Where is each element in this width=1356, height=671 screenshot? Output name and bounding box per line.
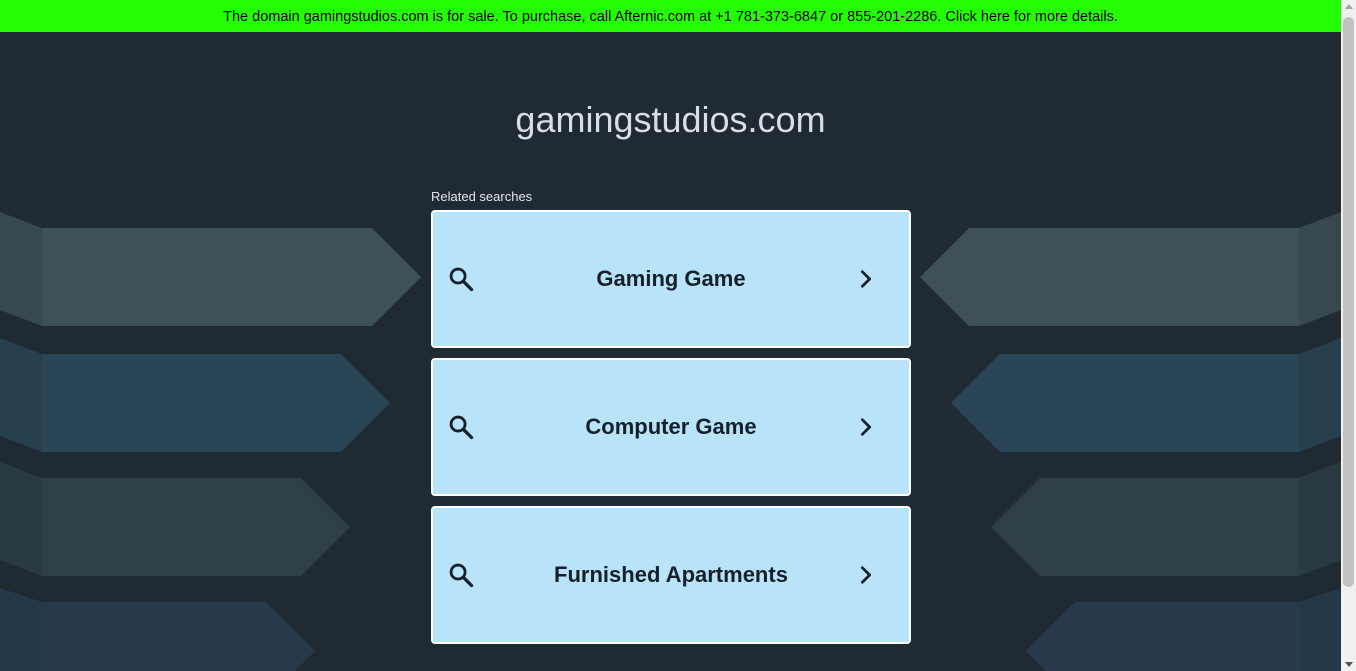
scroll-thumb[interactable] <box>1343 17 1354 587</box>
chevron-right-icon <box>860 418 872 436</box>
domain-title: gamingstudios.com <box>515 99 826 140</box>
domain-sale-banner[interactable]: The domain gamingstudios.com is for sale… <box>0 0 1341 32</box>
scroll-down-arrow-icon[interactable] <box>1345 662 1353 667</box>
left-arrow-shapes <box>0 212 421 671</box>
related-searches-label: Related searches <box>431 189 533 204</box>
chevron-right-icon <box>860 566 872 584</box>
scroll-up-arrow-icon[interactable] <box>1345 4 1353 9</box>
banner-text[interactable]: The domain gamingstudios.com is for sale… <box>223 9 1118 25</box>
related-search-label[interactable]: Gaming Game <box>433 264 909 294</box>
related-search-furnished-apartments[interactable]: Furnished Apartments <box>431 506 911 644</box>
right-arrow-shapes <box>920 212 1341 671</box>
chevron-right-icon <box>860 270 872 288</box>
vertical-scrollbar[interactable] <box>1341 0 1356 671</box>
related-search-gaming-game[interactable]: Gaming Game <box>431 210 911 348</box>
related-search-label[interactable]: Furnished Apartments <box>433 560 909 590</box>
related-search-label[interactable]: Computer Game <box>433 412 909 442</box>
related-search-computer-game[interactable]: Computer Game <box>431 358 911 496</box>
